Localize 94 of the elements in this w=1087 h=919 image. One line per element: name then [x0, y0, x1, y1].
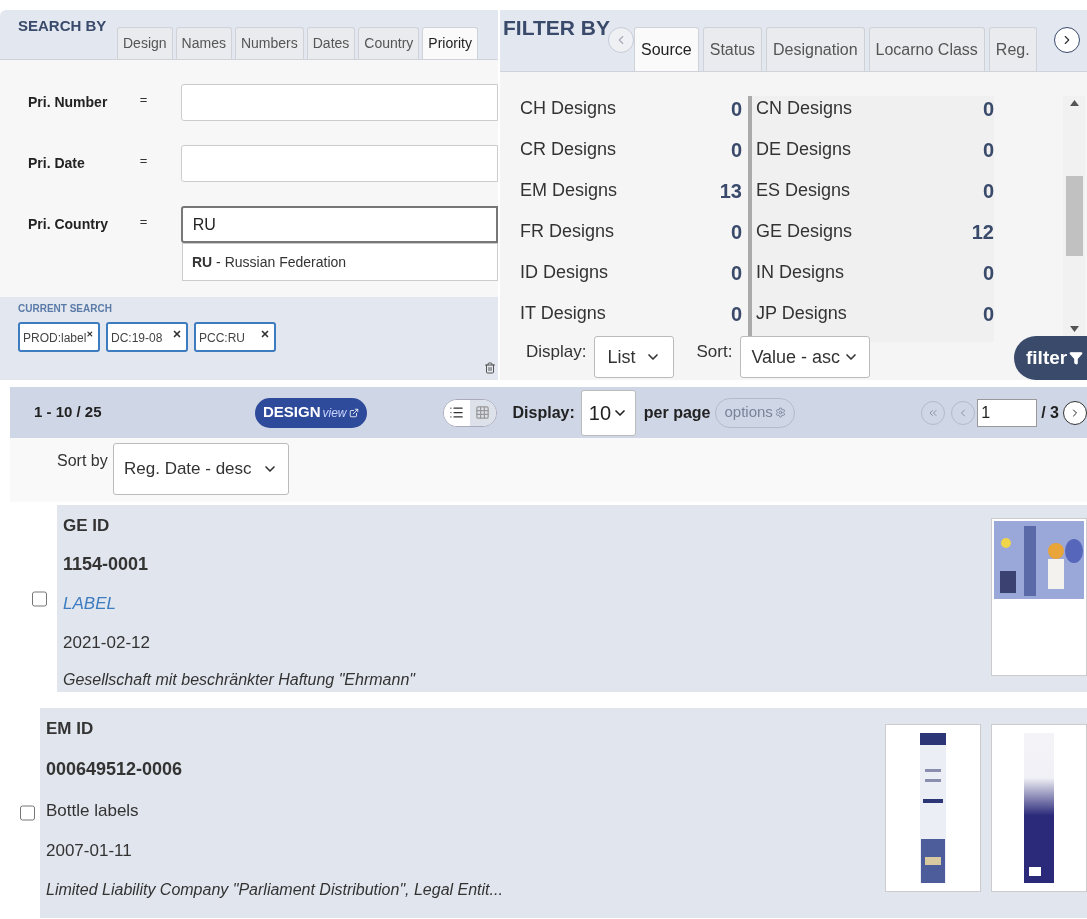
- close-icon[interactable]: [86, 329, 94, 339]
- up-arrow-icon[interactable]: [1069, 100, 1079, 106]
- design-view-button[interactable]: DESIGN view: [255, 397, 367, 428]
- tab[interactable]: Locarno Class: [868, 27, 985, 71]
- id-label: EM ID: [46, 718, 95, 740]
- grid-icon: [475, 405, 491, 420]
- tab[interactable]: Names: [175, 27, 232, 59]
- count: 0: [982, 137, 994, 163]
- close-icon[interactable]: [172, 329, 182, 339]
- count: 13: [719, 178, 742, 204]
- count: 0: [730, 137, 742, 163]
- design-number: 000649512-0006: [46, 758, 184, 781]
- filter-option[interactable]: CR Designs: [520, 136, 617, 163]
- filter-option[interactable]: JP Designs: [756, 300, 847, 327]
- per-page-label: per page: [643, 402, 711, 423]
- field-label: Pri. Number: [27, 93, 109, 112]
- filter-option[interactable]: IN Designs: [756, 259, 845, 286]
- filter-option[interactable]: IT Designs: [520, 300, 606, 327]
- display-label: Display:: [512, 402, 575, 423]
- tab[interactable]: Designation: [766, 27, 865, 71]
- search-tag[interactable]: PCC:RU: [194, 322, 276, 352]
- filter-option[interactable]: GE Designs: [756, 218, 853, 245]
- per-page-select[interactable]: 10: [580, 389, 636, 436]
- owner: Gesellschaft mit beschränkter Haftung "Ehrmann": [63, 670, 417, 690]
- section-title: CURRENT SEARCH: [18, 302, 113, 316]
- count: 0: [730, 96, 742, 122]
- filter-option[interactable]: FR Designs: [520, 218, 615, 245]
- input-field[interactable]: [180, 145, 498, 182]
- page-field[interactable]: 1: [977, 398, 1038, 427]
- result-range: 1 - 10 / 25: [33, 402, 103, 423]
- next-page-button[interactable]: [1063, 400, 1087, 425]
- operator: =: [139, 152, 149, 170]
- count: 0: [730, 301, 742, 327]
- tab[interactable]: Reg.: [988, 27, 1037, 71]
- tab[interactable]: Dates: [306, 27, 356, 59]
- thumbnail[interactable]: [885, 724, 981, 892]
- external-link-icon: [348, 407, 359, 418]
- operator: =: [139, 213, 149, 231]
- thumbnail[interactable]: [991, 518, 1087, 676]
- count: 0: [982, 260, 994, 286]
- filter-option[interactable]: EM Designs: [520, 177, 618, 204]
- display-select[interactable]: List: [594, 336, 675, 378]
- sort-label: Sort by: [56, 451, 109, 471]
- filter-option[interactable]: CN Designs: [756, 95, 853, 122]
- grid-view-button[interactable]: [469, 399, 496, 426]
- owner: Limited Liability Company "Parliament Distribution", Legal Entit...: [46, 880, 504, 900]
- field-label: Pri. Country: [27, 215, 110, 234]
- tab[interactable]: Numbers: [234, 27, 304, 59]
- input-field[interactable]: RU: [180, 206, 498, 243]
- page-total: / 3: [1041, 402, 1059, 423]
- tab[interactable]: Status: [702, 27, 763, 71]
- search-tag[interactable]: PROD:label: [18, 322, 100, 352]
- id-label: GE ID: [63, 515, 111, 537]
- tab[interactable]: Priority: [422, 27, 478, 59]
- count: 0: [730, 219, 742, 245]
- list-icon: [449, 405, 465, 420]
- count: 0: [982, 301, 994, 327]
- sort-select[interactable]: Value - asc: [740, 336, 871, 378]
- display-label: Display:: [526, 341, 587, 363]
- checkbox[interactable]: [20, 804, 35, 822]
- input-field[interactable]: [180, 84, 498, 121]
- sort-label: Sort:: [696, 341, 733, 363]
- date: 2007-01-11: [46, 840, 133, 862]
- indication: Bottle labels: [46, 800, 139, 822]
- tab[interactable]: Country: [358, 27, 420, 59]
- checkbox[interactable]: [32, 589, 47, 608]
- settings-icon: [774, 407, 786, 418]
- filter-option[interactable]: ID Designs: [520, 259, 609, 286]
- thumbnail[interactable]: [991, 724, 1087, 892]
- trash-icon[interactable]: [484, 362, 496, 374]
- panel-title: FILTER BY: [503, 15, 610, 41]
- close-icon[interactable]: [260, 329, 270, 339]
- count: 0: [982, 96, 994, 122]
- filter-option[interactable]: CH Designs: [520, 95, 617, 122]
- date: 2021-02-12: [63, 631, 151, 654]
- filter-option[interactable]: DE Designs: [756, 136, 852, 163]
- count: 12: [971, 219, 994, 245]
- count: 0: [982, 178, 994, 204]
- sort-select[interactable]: Reg. Date - desc: [113, 443, 289, 495]
- search-tag[interactable]: DC:19-08: [106, 322, 188, 352]
- scrollbar-thumb[interactable]: [1065, 176, 1083, 256]
- filter-option[interactable]: ES Designs: [756, 177, 851, 204]
- count: 0: [730, 260, 742, 286]
- filter-icon: [1069, 351, 1084, 365]
- tab[interactable]: Design: [117, 27, 173, 59]
- field-label: Pri. Date: [27, 154, 86, 173]
- suggestion-item[interactable]: RU - Russian Federation: [182, 243, 498, 281]
- panel-title: SEARCH BY: [17, 16, 108, 36]
- filter-button[interactable]: filter: [1014, 336, 1087, 380]
- design-number: 1154-0001: [63, 553, 150, 577]
- down-arrow-icon[interactable]: [1069, 326, 1079, 332]
- operator: =: [139, 91, 149, 109]
- scroll-right-button[interactable]: [1054, 27, 1080, 53]
- tab[interactable]: Source: [634, 27, 699, 71]
